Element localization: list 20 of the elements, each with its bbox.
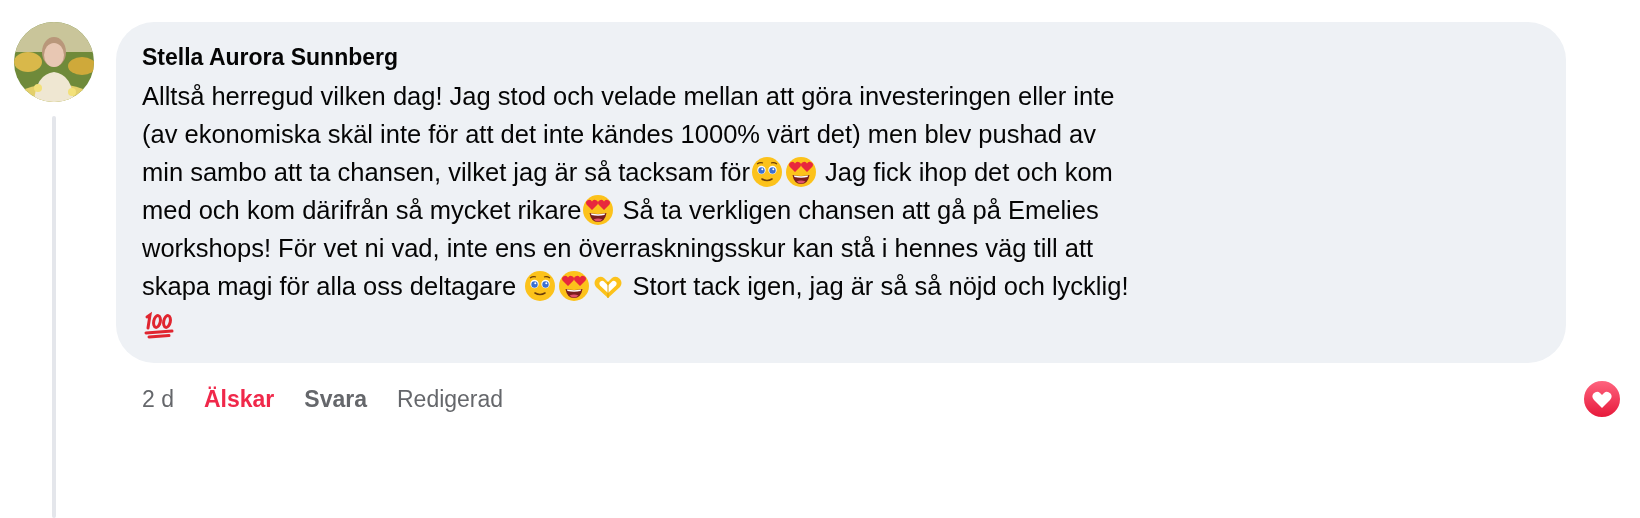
comment-action-link[interactable]: Svara — [304, 385, 367, 413]
comment-text: med och kom därifrån så mycket rikare — [142, 195, 582, 225]
timestamp[interactable]: 2 d — [142, 385, 174, 413]
comment-text: workshops! För vet ni vad, inte ens en överraskningsskur kan stå i hennes väg till att — [142, 233, 1094, 263]
comment-text: Alltså herregud vilken dag! Jag stod och velade mellan att göra investeringen eller inte — [142, 81, 1115, 111]
comment-text: min sambo att ta chansen, vilket jag är så tacksam för — [142, 157, 750, 187]
comment-action-link[interactable]: Älskar — [204, 385, 275, 413]
heart-eyes-icon — [785, 156, 817, 188]
heart-eyes-icon — [582, 194, 615, 226]
edited-label: Redigerad — [397, 385, 504, 413]
comment-text: Så ta verkligen chansen att gå på Emelies — [621, 195, 1099, 225]
love-reaction-icon[interactable] — [1582, 379, 1622, 419]
heart-eyes-icon — [558, 270, 591, 302]
comment-text: skapa magi för alla oss deltagare — [142, 271, 518, 301]
comment-text: Jag fick ihop det och kom — [824, 157, 1113, 187]
author-name[interactable]: Stella Aurora Sunnberg — [142, 44, 399, 71]
comment-text: (av ekonomiska skäl inte för att det inte kändes 1000% värt det) men blev pushad av — [142, 119, 1096, 149]
teary-face-icon — [524, 270, 557, 302]
comment-text: Stort tack igen, jag är så så nöjd och lycklig! — [631, 271, 1129, 301]
teary-face-icon — [751, 156, 783, 188]
